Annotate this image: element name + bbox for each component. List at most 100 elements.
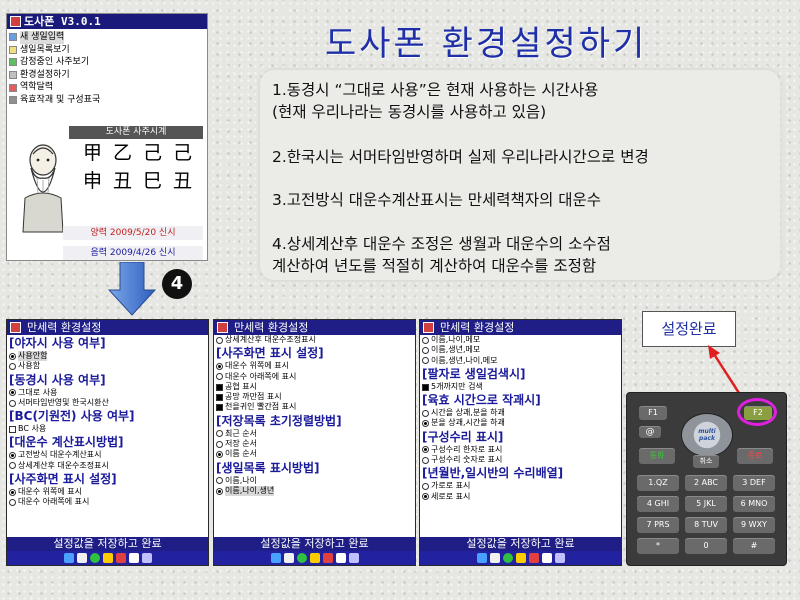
check-icon[interactable] (89, 553, 100, 563)
radio-button[interactable] (216, 336, 223, 344)
radio-option[interactable]: 사용함 (9, 361, 208, 371)
check-icon[interactable] (502, 553, 513, 563)
page-icon[interactable] (541, 553, 552, 563)
keypad-key[interactable]: 3 DEF (733, 475, 775, 491)
radio-button[interactable] (9, 352, 16, 360)
radio-option[interactable]: 이름,나이,생년 (216, 485, 415, 497)
radio-button[interactable] (9, 362, 16, 370)
keypad-key[interactable]: 4 GHI (637, 496, 679, 512)
radio-option[interactable]: 그대로 사용 (9, 388, 208, 398)
radio-option[interactable]: 고전방식 대운수계산표시 (9, 450, 208, 460)
radio-button[interactable] (422, 456, 429, 464)
radio-option[interactable]: 대운수 위쪽에 표시 (216, 361, 415, 371)
folder-icon[interactable] (102, 553, 113, 563)
radio-button[interactable] (216, 440, 223, 448)
save-settings-button[interactable]: 설정값을 저장하고 완료 (7, 537, 208, 551)
page-icon[interactable] (128, 553, 139, 563)
checkbox[interactable] (9, 425, 16, 433)
keypad-key[interactable]: 1.QZ (637, 475, 679, 491)
radio-button[interactable] (9, 399, 16, 407)
keypad-key[interactable]: 7 PRS (637, 517, 679, 533)
radio-button[interactable] (422, 357, 429, 365)
radio-button[interactable] (422, 336, 429, 344)
radio-option[interactable]: 사용안함 (9, 351, 208, 362)
checkbox-option[interactable]: 천을귀인 빨간점 표시 (216, 402, 415, 412)
radio-option[interactable]: 서머타임반영및 한국시환산 (9, 398, 208, 408)
radio-option[interactable]: 구성수리 한자로 표시 (422, 445, 621, 455)
keypad-key[interactable]: 6 MNO (733, 496, 775, 512)
radio-button[interactable] (422, 483, 429, 491)
document-icon[interactable] (76, 553, 87, 563)
checkbox-option[interactable]: 5개까지만 검색 (422, 382, 621, 392)
radio-option[interactable]: 이름,생년,메모 (422, 345, 621, 355)
radio-button[interactable] (9, 488, 16, 496)
radio-option[interactable]: 시간을 상괘,분을 하괘 (422, 408, 621, 418)
radio-button[interactable] (216, 430, 223, 438)
window-icon[interactable] (141, 553, 152, 563)
call-key[interactable]: 통화 (639, 448, 675, 464)
radio-button[interactable] (9, 452, 16, 460)
radio-option[interactable]: 상세계산후 대운수조정표시 (9, 461, 208, 471)
radio-option[interactable]: 가로로 표시 (422, 481, 621, 491)
radio-option[interactable]: 이름,나이 (216, 476, 415, 486)
flag-icon[interactable] (115, 553, 126, 563)
radio-button[interactable] (216, 451, 223, 459)
at-key[interactable]: @ (639, 426, 661, 438)
radio-option[interactable]: 저장 순서 (216, 439, 415, 449)
end-key[interactable]: 종료 (737, 448, 773, 464)
keypad-key[interactable]: 0 (685, 538, 727, 554)
radio-option[interactable]: 구성수리 숫자로 표시 (422, 455, 621, 465)
checkbox[interactable] (422, 383, 429, 391)
radio-option[interactable]: 이름,생년,나이,메모 (422, 356, 621, 366)
radio-button[interactable] (422, 346, 429, 354)
f1-key[interactable]: F1 (639, 406, 667, 420)
keypad-key[interactable]: 5 JKL (685, 496, 727, 512)
menu-item-yukhyo[interactable]: 육효작괘 및 구성표국 (7, 94, 207, 107)
radio-option[interactable]: 대운수 아래쪽에 표시 (216, 372, 415, 382)
keypad-key[interactable]: # (733, 538, 775, 554)
checkbox-option[interactable]: BC 사용 (9, 424, 208, 434)
info-icon[interactable] (476, 553, 487, 563)
nav-pad[interactable]: multi pack (681, 413, 733, 457)
radio-button[interactable] (216, 487, 223, 495)
radio-option[interactable]: 상세계산후 대운수조정표시 (216, 335, 415, 345)
flag-icon[interactable] (528, 553, 539, 563)
menu-item-new-birthday[interactable]: 새 생일입력 (7, 31, 207, 44)
flag-icon[interactable] (322, 553, 333, 563)
radio-button[interactable] (422, 420, 429, 428)
radio-option[interactable]: 최근 순서 (216, 429, 415, 439)
folder-icon[interactable] (515, 553, 526, 563)
checkbox[interactable] (216, 383, 223, 391)
keypad-key[interactable]: 2 ABC (685, 475, 727, 491)
radio-option[interactable]: 이름,나이,메모 (422, 335, 621, 345)
radio-option[interactable]: 대운수 아래쪽에 표시 (9, 497, 208, 507)
info-icon[interactable] (63, 553, 74, 563)
checkbox-option[interactable]: 공협 표시 (216, 382, 415, 392)
radio-button[interactable] (422, 446, 429, 454)
page-icon[interactable] (335, 553, 346, 563)
cancel-key[interactable]: 취소 (693, 455, 719, 468)
window-icon[interactable] (348, 553, 359, 563)
checkbox[interactable] (216, 393, 223, 401)
menu-item-birthday-list[interactable]: 생일목록보기 (7, 44, 207, 57)
folder-icon[interactable] (309, 553, 320, 563)
keypad-key[interactable]: * (637, 538, 679, 554)
radio-option[interactable]: 세로로 표시 (422, 492, 621, 502)
radio-option[interactable]: 대운수 위쪽에 표시 (9, 487, 208, 497)
radio-button[interactable] (216, 477, 223, 485)
window-icon[interactable] (554, 553, 565, 563)
info-icon[interactable] (270, 553, 281, 563)
save-settings-button[interactable]: 설정값을 저장하고 완료 (420, 537, 621, 551)
radio-option[interactable]: 이름 순서 (216, 449, 415, 459)
menu-item-saju-view[interactable]: 감정중인 사주보기 (7, 56, 207, 69)
document-icon[interactable] (283, 553, 294, 563)
radio-button[interactable] (422, 493, 429, 501)
document-icon[interactable] (489, 553, 500, 563)
radio-option[interactable]: 분을 상괘,시간을 하괘 (422, 418, 621, 428)
radio-button[interactable] (9, 389, 16, 397)
keypad-key[interactable]: 9 WXY (733, 517, 775, 533)
checkbox-option[interactable]: 공망 까만점 표시 (216, 392, 415, 402)
keypad-key[interactable]: 8 TUV (685, 517, 727, 533)
checkbox[interactable] (216, 404, 223, 412)
radio-button[interactable] (9, 462, 16, 470)
